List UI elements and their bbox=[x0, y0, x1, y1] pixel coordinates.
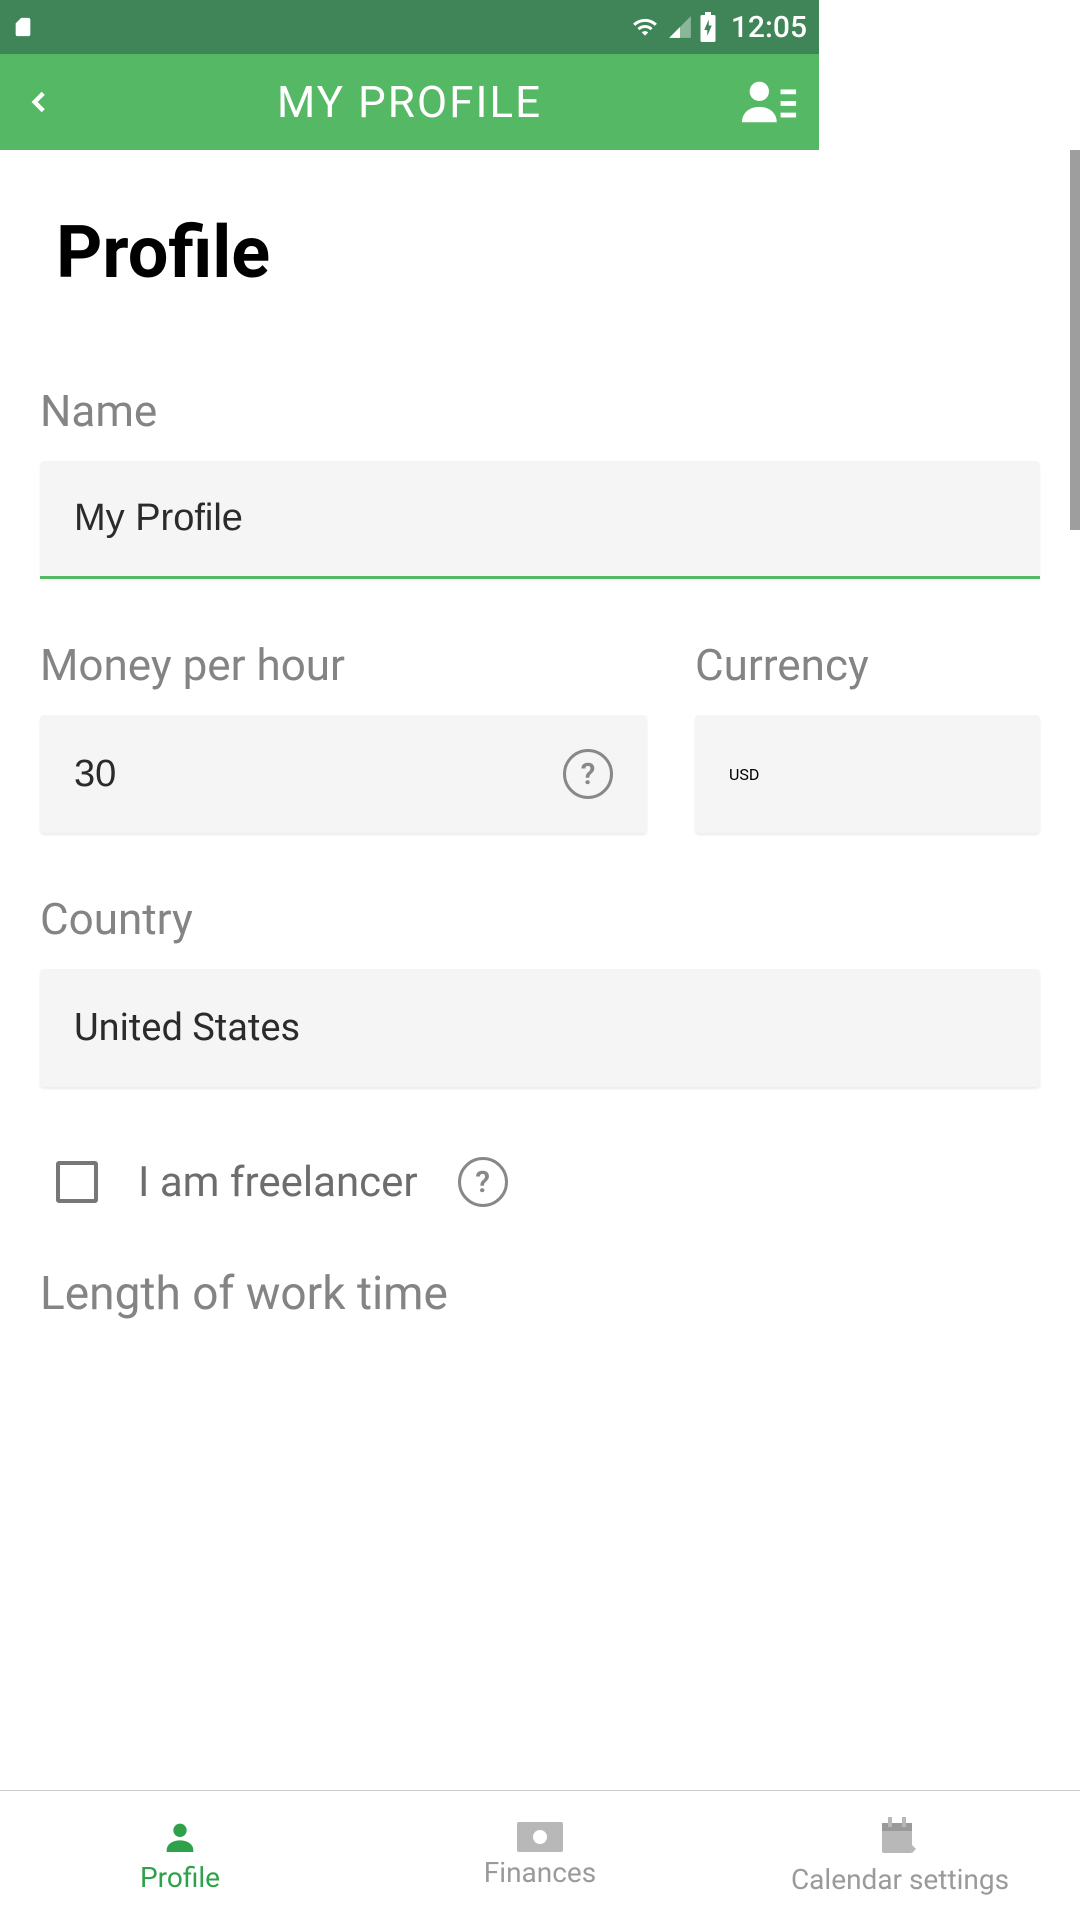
name-input[interactable] bbox=[40, 461, 1040, 579]
signal-icon bbox=[667, 14, 693, 40]
help-icon[interactable]: ? bbox=[563, 749, 613, 799]
freelancer-checkbox[interactable] bbox=[56, 1161, 98, 1203]
country-label: Country bbox=[40, 893, 1040, 945]
money-icon bbox=[517, 1822, 563, 1852]
bottom-nav: Profile Finances Calendar settings bbox=[0, 1790, 1080, 1920]
page-heading: Profile bbox=[56, 210, 1040, 295]
wifi-icon bbox=[629, 14, 661, 40]
mph-input-wrap: ? bbox=[40, 715, 647, 833]
scrollbar[interactable] bbox=[1070, 150, 1080, 530]
sd-card-icon bbox=[12, 13, 34, 41]
nav-profile-label: Profile bbox=[140, 1861, 220, 1894]
help-icon[interactable]: ? bbox=[458, 1157, 508, 1207]
name-label: Name bbox=[40, 385, 1040, 437]
contact-list-button[interactable] bbox=[739, 77, 799, 127]
currency-value: USD bbox=[729, 765, 759, 784]
app-bar: MY PROFILE bbox=[0, 54, 819, 150]
app-bar-title: MY PROFILE bbox=[0, 76, 819, 128]
nav-calendar[interactable]: Calendar settings bbox=[720, 1791, 1080, 1920]
currency-select[interactable]: USD bbox=[695, 715, 1040, 833]
status-bar: 12:05 bbox=[0, 0, 819, 54]
nav-profile[interactable]: Profile bbox=[0, 1791, 360, 1920]
nav-finances-label: Finances bbox=[484, 1856, 596, 1889]
calendar-edit-icon bbox=[878, 1815, 922, 1859]
country-select[interactable]: United States bbox=[40, 969, 1040, 1087]
battery-charging-icon bbox=[699, 12, 717, 42]
status-time: 12:05 bbox=[731, 10, 807, 45]
back-button[interactable] bbox=[20, 82, 60, 122]
person-icon bbox=[160, 1817, 200, 1857]
nav-finances[interactable]: Finances bbox=[360, 1791, 720, 1920]
freelancer-label: I am freelancer bbox=[138, 1158, 418, 1207]
nav-calendar-label: Calendar settings bbox=[791, 1863, 1009, 1896]
country-value: United States bbox=[74, 1006, 300, 1050]
mph-input[interactable] bbox=[74, 753, 563, 796]
content-scroll[interactable]: Profile Name Money per hour ? Currency U… bbox=[0, 150, 1080, 1790]
currency-label: Currency bbox=[695, 639, 1040, 691]
mph-label: Money per hour bbox=[40, 639, 647, 691]
worktime-label: Length of work time bbox=[40, 1267, 1040, 1321]
